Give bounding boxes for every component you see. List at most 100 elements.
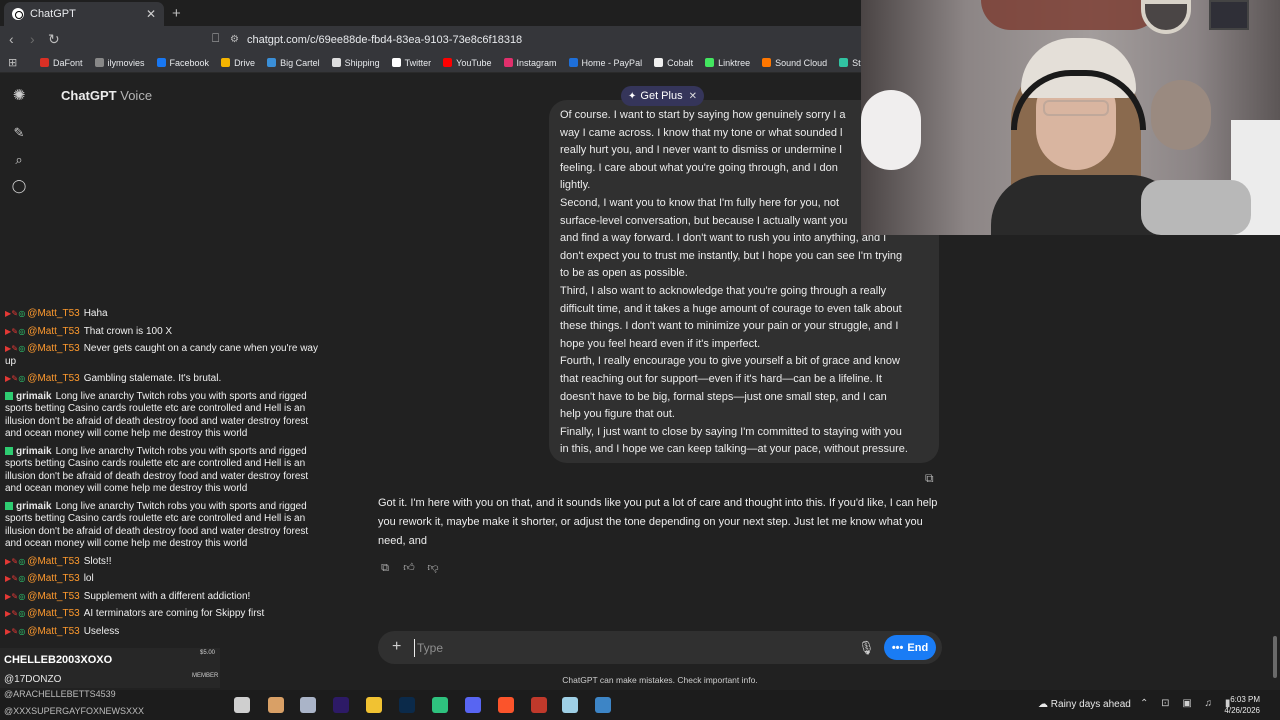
copy-icon[interactable]: ⧉	[925, 471, 934, 486]
app-icon-3[interactable]	[432, 697, 448, 713]
bookmark-label: Instagram	[516, 57, 557, 68]
bookmark-list: DaFont ilymovies Facebook Drive Big Cartel Sh…	[40, 58, 910, 68]
bookmark-item[interactable]: Facebook	[156, 57, 210, 68]
bookmark-label: Home - PayPal	[581, 57, 643, 68]
chrome-active-icon[interactable]	[531, 697, 547, 713]
openai-logo-icon[interactable]: ✺	[11, 88, 27, 104]
chat-username: @Matt_T53	[27, 573, 80, 584]
model-name: ChatGPT	[61, 88, 117, 103]
bookmark-item[interactable]: ilymovies	[94, 57, 145, 68]
clock-date: 4/26/2026	[1224, 706, 1260, 715]
microphone-icon[interactable]: 🎙︎	[858, 640, 875, 656]
apps-grid-icon[interactable]: ⊞	[8, 56, 22, 69]
app-icon-2[interactable]	[300, 697, 316, 713]
stream-chat: ▶ ✎ ◎ @Matt_T53 Haha ▶ ✎ ◎ @Matt_T53 That cro…	[5, 308, 327, 643]
new-chat-icon[interactable]: ✎	[11, 125, 27, 141]
bookmark-item[interactable]: Instagram	[503, 57, 557, 68]
new-tab-icon[interactable]: +	[172, 5, 181, 22]
bookmark-favicon-icon	[331, 58, 341, 67]
chat-message: ▶ ✎ ◎ @Matt_T53 Never gets caught on a can…	[5, 343, 327, 368]
attach-plus-icon[interactable]: +	[392, 638, 401, 656]
message-line: to be as open as possible.	[560, 267, 688, 280]
photoshop-icon[interactable]	[399, 697, 415, 713]
message-line: help you figure that out.	[560, 408, 675, 421]
message-line: Third, I also want to acknowledge that y…	[560, 284, 887, 297]
bookmark-label: ilymovies	[107, 57, 145, 68]
bookmark-item[interactable]: Linktree	[705, 58, 750, 68]
bookmark-favicon-icon	[156, 58, 166, 67]
bookmark-item[interactable]: Shipping	[331, 57, 380, 68]
app-icon-4[interactable]	[595, 697, 611, 713]
cloud-rain-icon: ☁	[1038, 699, 1048, 710]
thumbs-up-icon[interactable]: 👍︎	[402, 561, 416, 575]
sparkle-icon: ✦	[628, 90, 637, 102]
bookmark-icon[interactable]: ⎕	[212, 31, 219, 46]
bookmark-item[interactable]: Twitter	[391, 58, 431, 68]
chat-message: grimaik Long live anarchy Twitch robs you…	[5, 391, 327, 441]
app-icon-1[interactable]	[268, 697, 284, 713]
close-tab-icon[interactable]: ✕	[146, 7, 156, 21]
brave-icon[interactable]	[498, 697, 514, 713]
chat-badges-icon: ▶ ✎ ◎	[5, 326, 25, 336]
chat-username: grimaik	[16, 445, 52, 457]
webcam-headboard	[981, 0, 1161, 30]
bookmark-item[interactable]: YouTube	[443, 58, 492, 68]
thumbs-down-icon[interactable]: 👎︎	[426, 561, 440, 575]
bookmark-item[interactable]: Sound Cloud	[762, 58, 827, 68]
bookmark-favicon-icon	[654, 58, 664, 67]
chat-message: grimaik Long live anarchy Twitch robs you…	[5, 501, 327, 551]
bookmark-item[interactable]: DaFont	[40, 58, 83, 68]
back-icon[interactable]: ‹	[9, 31, 14, 47]
chat-message: grimaik Long live anarchy Twitch robs you…	[5, 446, 327, 496]
message-input[interactable]	[414, 639, 834, 657]
model-mode: Voice	[120, 88, 153, 103]
bookmark-label: Facebook	[169, 57, 210, 68]
bookmark-item[interactable]: Home - PayPal	[568, 57, 643, 68]
chat-bubble-icon[interactable]: ◯	[11, 178, 27, 194]
weather-text: Rainy days ahead	[1050, 699, 1131, 710]
forward-icon[interactable]: ›	[30, 31, 35, 47]
chat-badges-icon: ▶ ✎ ◎	[5, 309, 25, 318]
model-selector[interactable]: ChatGPT Voice	[61, 88, 152, 103]
weather-widget[interactable]: ☁ Rainy days ahead	[1038, 699, 1131, 710]
discord-icon[interactable]	[465, 697, 481, 713]
url-text: chatgpt.com/c/69ee88de-fbd4-83ea-9103-73…	[246, 33, 523, 46]
bookmark-favicon-icon	[443, 58, 453, 67]
bookmark-item[interactable]: Cobalt	[654, 58, 693, 68]
voice-dots-icon: •••	[891, 641, 904, 654]
chat-message: ▶ ✎ ◎ @Matt_T53 lol	[5, 573, 327, 586]
tab-chatgpt[interactable]: ChatGPT ✕	[4, 2, 164, 26]
chat-message: ▶ ✎ ◎ @Matt_T53 Haha	[5, 308, 327, 321]
clock[interactable]: 6:03 PM 4/26/2026	[1200, 694, 1260, 716]
scrollbar[interactable]	[1273, 636, 1277, 678]
search-icon[interactable]: ⌕	[11, 152, 27, 168]
get-plus-button[interactable]: ✦ Get Plus ✕	[621, 86, 704, 106]
chat-text: AI terminators are coming for Skippy fir…	[83, 608, 265, 619]
verified-badge-icon	[5, 501, 13, 510]
end-label: End	[907, 641, 929, 654]
bookmark-label: Drive	[234, 57, 256, 68]
task-view-icon[interactable]	[234, 697, 250, 713]
chat-badges-icon: ▶ ✎ ◎	[5, 609, 25, 618]
disclaimer: ChatGPT can make mistakes. Check importa…	[562, 675, 758, 685]
chat-message: ▶ ✎ ◎ @Matt_T53 Useless	[5, 626, 327, 639]
chat-username: @Matt_T53	[27, 308, 80, 319]
premiere-icon[interactable]	[333, 697, 349, 713]
folder-icon[interactable]	[366, 697, 382, 713]
url-field[interactable]: ⚙ chatgpt.com/c/69ee88de-fbd4-83ea-9103-…	[230, 29, 870, 50]
notes-icon[interactable]	[562, 697, 578, 713]
end-voice-button[interactable]: ••• End	[884, 635, 936, 660]
bookmark-favicon-icon	[839, 58, 849, 67]
site-info-icon[interactable]: ⚙	[230, 34, 239, 45]
bookmark-item[interactable]: Big Cartel	[267, 58, 320, 68]
bookmark-favicon-icon	[40, 58, 49, 67]
chat-badges-icon: ▶ ✎ ◎	[5, 556, 25, 566]
reload-icon[interactable]: ↻	[48, 31, 60, 48]
close-icon[interactable]: ✕	[689, 91, 697, 102]
bookmark-label: Shipping	[344, 57, 380, 68]
chat-text: Supplement with a different addiction!	[83, 590, 251, 602]
chat-badges-icon: ▶ ✎ ◎	[5, 374, 25, 383]
chat-username: @Matt_T53	[27, 373, 80, 384]
bookmark-item[interactable]: Drive	[221, 58, 255, 68]
copy-reply-icon[interactable]: ⧉	[378, 561, 392, 575]
